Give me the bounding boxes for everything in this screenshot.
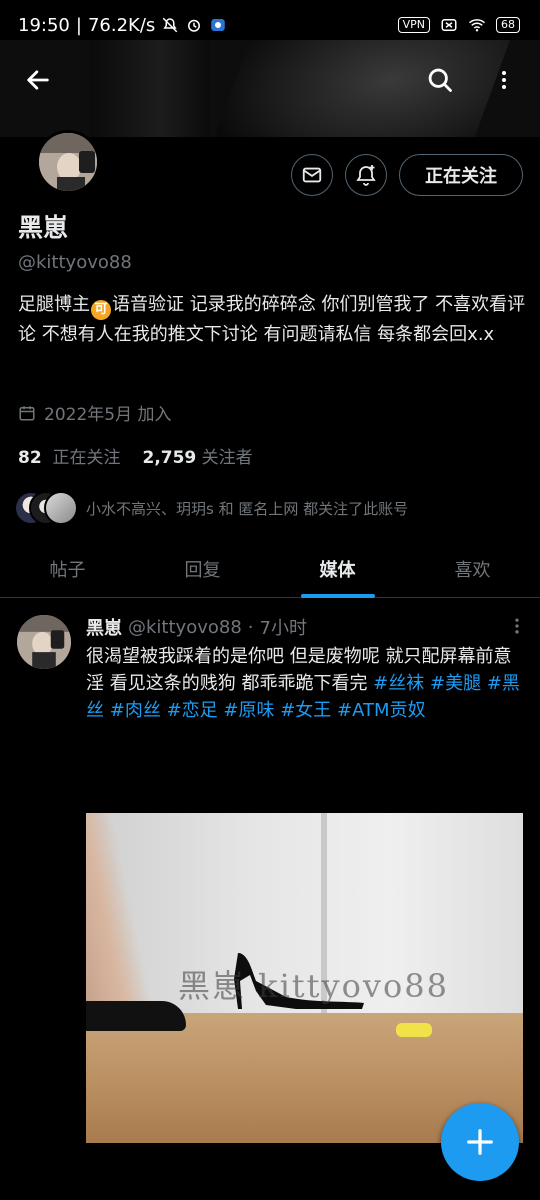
message-button[interactable] [291, 154, 333, 196]
tweet-author-name[interactable]: 黑崽 [86, 614, 122, 640]
banner-shape [90, 40, 210, 137]
battery-indicator: 68 [496, 17, 520, 33]
avatar [44, 491, 78, 525]
more-vertical-icon [515, 618, 519, 634]
more-options-button[interactable] [484, 60, 524, 100]
compose-button[interactable] [441, 1103, 519, 1181]
following-stat[interactable]: 82 正在关注 [18, 443, 120, 468]
search-button[interactable] [420, 60, 460, 100]
tweet-time[interactable]: 7小时 [260, 614, 307, 640]
vpn-badge: VPN [397, 17, 430, 33]
followers-count: 2,759 [142, 448, 197, 468]
hashtag-link[interactable]: #丝袜 [373, 673, 424, 694]
profile-tabs: 帖子 回复 媒体 喜欢 [0, 540, 540, 598]
status-left: 19:50 | 76.2K/s [18, 15, 227, 36]
tab-likes[interactable]: 喜欢 [405, 540, 540, 597]
back-button[interactable] [18, 60, 58, 100]
no-sim-icon [441, 19, 457, 31]
followers-label: 关注者 [201, 448, 253, 468]
tweet-text: 很渴望被我踩着的是你吧 但是废物呢 就只配屏幕前意淫 看见这条的贱狗 都乖乖跪下… [86, 643, 526, 724]
mute-icon [163, 17, 178, 33]
profile-bio: 足腿博主可语音验证 记录我的碎碎念 你们别管我了 不喜欢看评论 不想有人在我的推… [18, 290, 528, 350]
follow-counts: 82 正在关注 2,759 关注者 [18, 443, 253, 468]
bio-emoji: 可 [91, 300, 111, 320]
following-label: 正在关注 [52, 448, 121, 468]
tab-replies[interactable]: 回复 [135, 540, 270, 597]
wifi-icon [469, 19, 485, 32]
media-scene [86, 1001, 186, 1031]
following-count: 82 [18, 448, 42, 468]
tweet-avatar[interactable] [17, 615, 71, 669]
notifications-button[interactable] [345, 154, 387, 196]
followers-you-know[interactable]: 小水不高兴、玥玥s 和 匿名上网 都关注了此账号 [14, 491, 408, 525]
status-network-speed: 76.2K/s [87, 14, 156, 36]
avatar-photo [39, 133, 97, 191]
hashtag-link[interactable]: #美腿 [430, 673, 481, 694]
bell-plus-icon [356, 165, 376, 186]
hashtag-link[interactable]: #女王 [280, 700, 331, 721]
joined-date: 2022年5月 加入 [18, 400, 171, 425]
status-bar: 19:50 | 76.2K/s VPN 68 [0, 0, 540, 50]
profile-handle: @kittyovo88 [18, 252, 132, 273]
media-scene [396, 1023, 432, 1037]
profile-name: 黑崽 [18, 213, 69, 242]
banner-shape [202, 40, 518, 137]
hashtag-link[interactable]: #ATM贡奴 [337, 700, 426, 721]
search-icon [428, 68, 452, 92]
avatar-photo [17, 615, 71, 669]
media-watermark: 黑崽 kittyovo88 [178, 967, 449, 1005]
more-vertical-icon [502, 71, 506, 89]
envelope-icon [302, 167, 322, 183]
status-divider: | [75, 14, 82, 36]
bio-text: 足腿博主 [18, 294, 90, 315]
followed-by-text: 小水不高兴、玥玥s 和 匿名上网 都关注了此账号 [86, 499, 409, 518]
arrow-left-icon [27, 70, 49, 90]
joined-text: 2022年5月 加入 [44, 405, 172, 425]
hashtag-link[interactable]: #恋足 [167, 700, 218, 721]
tweet-author-handle: @kittyovo88 [128, 616, 242, 638]
tab-posts[interactable]: 帖子 [0, 540, 135, 597]
tweet-more-button[interactable] [505, 616, 529, 636]
tab-media[interactable]: 媒体 [270, 540, 405, 597]
status-right: VPN 68 [397, 16, 520, 34]
following-button[interactable]: 正在关注 [399, 154, 523, 196]
status-time: 19:50 [18, 14, 70, 36]
plus-icon [467, 1129, 493, 1155]
hashtag-link[interactable]: #肉丝 [110, 700, 161, 721]
follower-avatars [14, 491, 78, 525]
tweet-separator: · [247, 616, 254, 638]
calendar-icon [19, 405, 35, 420]
app-notification-icon [211, 19, 226, 31]
tweet-header: 黑崽 @kittyovo88 · 7小时 [86, 614, 307, 640]
alarm-icon [188, 19, 201, 32]
hashtag-link[interactable]: #原味 [223, 700, 274, 721]
tweet-media[interactable]: 黑崽 kittyovo88 [86, 813, 523, 1143]
profile-avatar[interactable] [36, 130, 100, 194]
followers-stat[interactable]: 2,759 关注者 [142, 443, 252, 468]
